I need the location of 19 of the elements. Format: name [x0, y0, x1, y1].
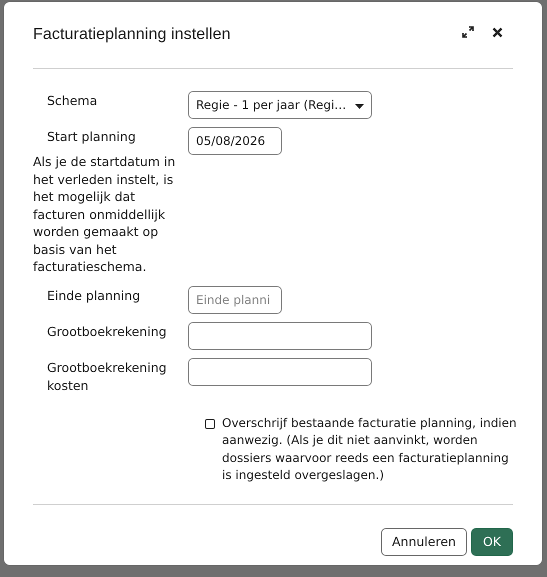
date-field[interactable]: Einde planni: [188, 286, 282, 314]
cancel-button[interactable]: Annuleren: [380, 528, 467, 556]
checkbox-label: Overschrijf bestaande facturatie planning, indien aanwezig. (Als je dit niet aanvinkt, worden dossiers waarvoor reeds een facturatieplanning is ingesteld overgeslagen.): [222, 414, 517, 484]
caret-icon: [355, 104, 364, 108]
close-icon[interactable]: [492, 26, 503, 38]
field-label: Start planning: [46, 128, 137, 146]
dialog-title: Facturatieplanning instellen: [33, 26, 231, 44]
hint-text: Als je de startdatum in het verleden instelt, is het mogelijk dat facturen onmiddellijk worden gemaakt op basis van het facturatieschema.: [33, 153, 176, 276]
field-label: Grootboekrekening kosten: [46, 358, 168, 394]
date-field[interactable]: 05/08/2026: [188, 127, 282, 155]
input-field[interactable]: [188, 358, 372, 386]
input-field[interactable]: [188, 322, 372, 350]
schema-dropdown[interactable]: Regie - 1 per jaar (Regi…: [188, 91, 372, 119]
field-label: Schema: [46, 92, 98, 110]
ok-button[interactable]: OK: [470, 528, 513, 556]
field-label: Grootboekrekening: [46, 322, 168, 340]
field-label: Einde planning: [46, 286, 142, 304]
expand-icon[interactable]: [462, 26, 474, 38]
checkbox[interactable]: [205, 418, 215, 428]
